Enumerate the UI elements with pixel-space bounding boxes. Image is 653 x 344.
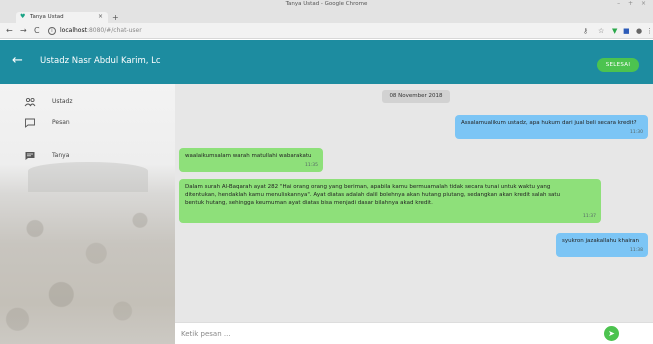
sidebar-item-ustadz[interactable]: Ustadz bbox=[0, 93, 175, 113]
chat-message-incoming[interactable]: waalaikumsalam warah matullahi wabarakat… bbox=[179, 148, 323, 172]
bookmark-star-icon[interactable]: ☆ bbox=[598, 26, 604, 36]
new-tab-button[interactable]: + bbox=[112, 13, 119, 22]
tab-strip: ♥ Tanya Ustad × + bbox=[0, 9, 653, 23]
browser-toolbar: ← → C i localhost:8080/#/chat-user ⚷ ☆ ▼… bbox=[0, 23, 653, 39]
sidebar: Ustadz Pesan Tanya bbox=[0, 84, 175, 344]
sidebar-item-label: Tanya bbox=[52, 152, 70, 159]
date-separator: 08 November 2018 bbox=[382, 90, 450, 103]
url-host: localhost bbox=[60, 27, 87, 34]
message-composer: ➤ bbox=[175, 322, 653, 344]
message-text: waalaikumsalam warah matullahi wabarakat… bbox=[185, 153, 312, 159]
window-titlebar: Tanya Ustad - Google Chrome – + × bbox=[0, 0, 653, 9]
send-icon[interactable]: ➤ bbox=[604, 326, 619, 341]
background-crowd-image bbox=[0, 179, 175, 344]
back-arrow-icon[interactable]: ← bbox=[12, 54, 26, 68]
finish-chat-button[interactable]: SELESAI bbox=[597, 58, 639, 72]
chat-message-incoming[interactable]: Dalam surah Al-Baqarah ayat 282 "Hai ora… bbox=[179, 179, 601, 223]
back-arrow-icon[interactable]: ← bbox=[6, 26, 13, 36]
extension-icon[interactable]: ■ bbox=[623, 26, 630, 36]
message-time: 11:30 bbox=[630, 130, 643, 135]
window-controls[interactable]: – + × bbox=[617, 0, 649, 7]
app-header: ← Ustadz Nasr Abdul Karim, Lc SELESAI bbox=[0, 40, 653, 84]
window-title: Tanya Ustad - Google Chrome bbox=[285, 1, 368, 7]
message-outline-icon bbox=[25, 118, 35, 128]
message-time: 11:35 bbox=[305, 163, 318, 168]
sidebar-item-tanya[interactable]: Tanya bbox=[0, 147, 175, 167]
url-path: :8080/#/chat-user bbox=[86, 27, 142, 34]
message-text: Dalam surah Al-Baqarah ayat 282 "Hai ora… bbox=[185, 184, 561, 206]
message-text: syukron jazakallahu khairan bbox=[562, 238, 639, 244]
key-icon[interactable]: ⚷ bbox=[583, 26, 588, 36]
menu-kebab-icon[interactable]: ⋮ bbox=[646, 26, 653, 36]
message-time: 11:37 bbox=[583, 214, 596, 219]
chat-area[interactable]: 08 November 2018 Assalamualikum ustadz, … bbox=[175, 84, 653, 322]
site-info-icon[interactable]: i bbox=[48, 27, 56, 35]
extension-vuejs-icon[interactable]: ▼ bbox=[612, 26, 617, 36]
tab-title: Tanya Ustad bbox=[30, 13, 64, 20]
address-bar[interactable]: localhost:8080/#/chat-user bbox=[60, 26, 142, 36]
sidebar-item-label: Ustadz bbox=[52, 98, 73, 105]
tab-close-icon[interactable]: × bbox=[98, 13, 103, 20]
chat-message-outgoing[interactable]: syukron jazakallahu khairan 11:38 bbox=[556, 233, 648, 257]
browser-tab[interactable]: ♥ Tanya Ustad × bbox=[16, 12, 108, 23]
chat-partner-name: Ustadz Nasr Abdul Karim, Lc bbox=[40, 56, 161, 66]
chat-filled-icon bbox=[25, 152, 35, 160]
message-input[interactable] bbox=[181, 327, 581, 341]
reload-icon[interactable]: C bbox=[34, 26, 40, 36]
message-time: 11:38 bbox=[630, 248, 643, 253]
chat-message-outgoing[interactable]: Assalamualikum ustadz, apa hukum dari ju… bbox=[455, 115, 648, 139]
profile-icon[interactable]: ● bbox=[636, 26, 642, 36]
forward-arrow-icon[interactable]: → bbox=[20, 26, 27, 36]
message-text: Assalamualikum ustadz, apa hukum dari ju… bbox=[461, 120, 637, 126]
people-icon bbox=[24, 97, 36, 107]
favicon-icon: ♥ bbox=[20, 13, 26, 20]
sidebar-item-label: Pesan bbox=[52, 119, 70, 126]
sidebar-item-pesan[interactable]: Pesan bbox=[0, 114, 175, 134]
